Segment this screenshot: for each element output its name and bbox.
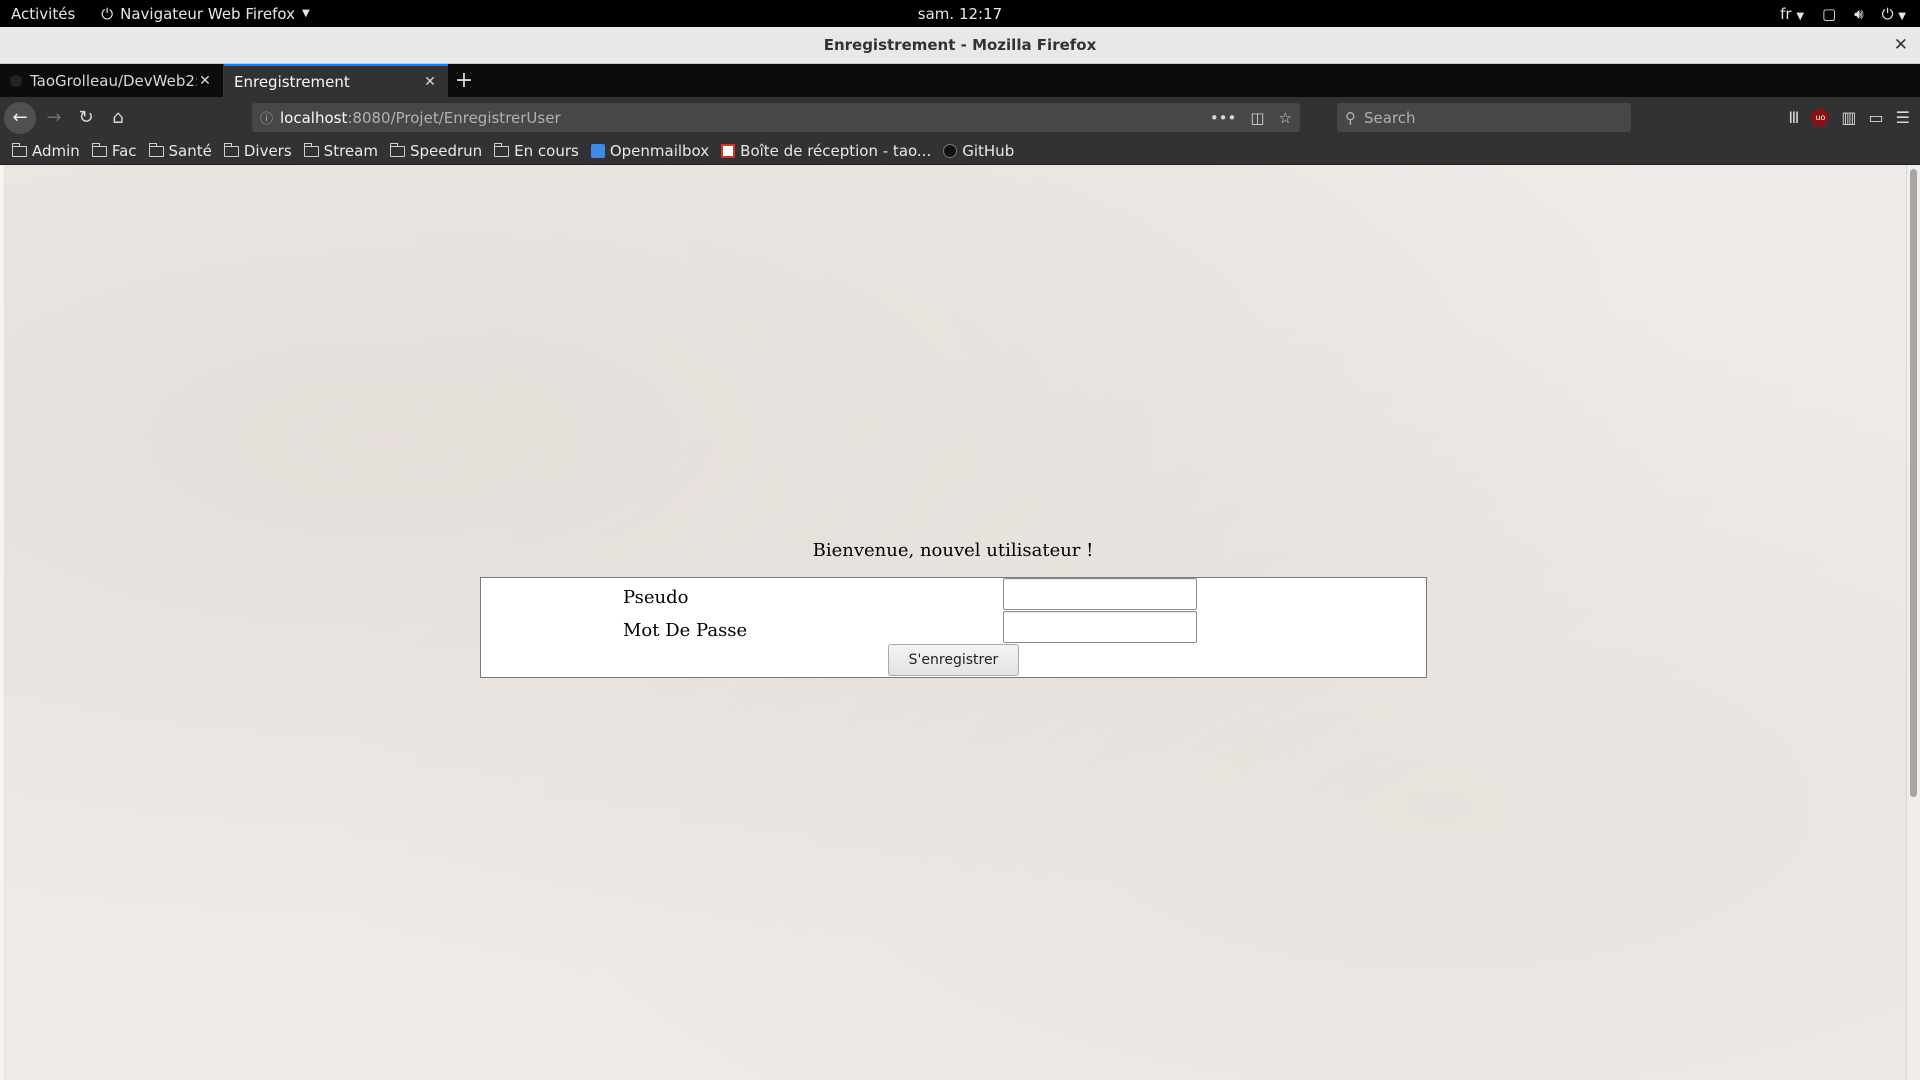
welcome-heading: Bienvenue, nouvel utilisateur ! (812, 540, 1094, 561)
bookmark-label: Openmailbox (609, 142, 710, 160)
bookmark-label: Divers (243, 142, 292, 160)
register-button[interactable]: S'enregistrer (888, 644, 1019, 676)
tab-enregistrement[interactable]: Enregistrement ✕ (224, 64, 448, 97)
url-host: localhost (280, 108, 348, 127)
bookmark-divers[interactable]: Divers (223, 142, 292, 160)
password-input[interactable] (1003, 611, 1197, 643)
tab-strip: TaoGrolleau/DevWeb2: E ✕ Enregistrement … (0, 64, 1920, 97)
bookmark-github[interactable]: GitHub (943, 142, 1014, 160)
bookmark-label: Fac (111, 142, 137, 160)
bookmark-gmail-inbox[interactable]: Boîte de réception - tao... (721, 142, 931, 160)
bookmark-label: Admin (32, 142, 80, 160)
bookmark-admin[interactable]: Admin (12, 142, 80, 160)
activities-button[interactable]: Activités (11, 5, 75, 23)
reload-button[interactable]: ↻ (72, 104, 100, 132)
more-icon[interactable]: ••• (1210, 109, 1237, 127)
home-button[interactable]: ⌂ (104, 104, 132, 132)
bookmark-openmailbox[interactable]: Openmailbox (590, 142, 710, 160)
arrow-right-icon: → (46, 107, 62, 128)
reader-icon[interactable]: ▭ (1869, 108, 1884, 127)
github-favicon (10, 74, 22, 87)
search-placeholder: Search (1364, 108, 1416, 127)
folder-icon (223, 142, 239, 157)
openmailbox-favicon (590, 144, 605, 158)
search-input[interactable]: ⚲ Search (1337, 103, 1631, 132)
app-menu[interactable]: ⏻ Navigateur Web Firefox ▼ (101, 5, 309, 23)
bookmark-label: Santé (168, 142, 212, 160)
back-button[interactable]: ← (4, 101, 36, 134)
tab-label: TaoGrolleau/DevWeb2: E (30, 71, 197, 90)
chevron-down-icon: ▼ (1796, 10, 1805, 22)
bookmark-label: GitHub (962, 142, 1015, 160)
info-icon[interactable]: ⓘ (260, 108, 280, 127)
pseudo-input[interactable] (1003, 578, 1197, 610)
ublock-icon[interactable]: uo (1811, 108, 1830, 127)
volume-icon[interactable]: 🔊︎ (1854, 5, 1863, 23)
pocket-icon[interactable]: ◫ (1250, 109, 1264, 127)
navigation-toolbar: ← → ↻ ⌂ ⓘ localhost:8080/Projet/Enregist… (0, 97, 1920, 138)
bookmark-label: En cours (514, 142, 579, 160)
tab-label: Enregistrement (234, 72, 350, 91)
arrow-left-icon: ← (12, 107, 28, 128)
library-icon[interactable]: Ⅲ (1788, 108, 1799, 127)
bookmarks-toolbar: Admin Fac Santé Divers Stream Speedrun E… (0, 138, 1920, 165)
scrollbar-thumb[interactable] (1910, 169, 1917, 797)
tab-devweb2[interactable]: TaoGrolleau/DevWeb2: E ✕ (0, 64, 224, 97)
folder-icon (303, 142, 319, 157)
hamburger-menu-icon[interactable]: ☰ (1896, 108, 1910, 127)
bookmark-label: Stream (323, 142, 378, 160)
toolbar-right: Ⅲ uo ▥ ▭ ☰ (1788, 97, 1910, 138)
app-menu-label: Navigateur Web Firefox (120, 4, 295, 23)
plus-icon: + (454, 68, 474, 93)
home-icon: ⌂ (112, 107, 124, 128)
bookmark-stream[interactable]: Stream (303, 142, 378, 160)
folder-icon (12, 142, 27, 157)
forward-button[interactable]: → (40, 104, 68, 132)
pseudo-label: Pseudo (623, 587, 689, 608)
chevron-down-icon: ▼ (301, 8, 310, 19)
bookmark-label: Speedrun (409, 142, 483, 160)
new-tab-button[interactable]: + (448, 64, 480, 97)
system-tray: fr ▼ ▢ 🔊︎ ⏻ ▼ (1780, 0, 1906, 27)
url-path: :8080/Projet/EnregistrerUser (347, 108, 561, 127)
window-icon[interactable]: ▢ (1822, 5, 1836, 23)
language-indicator[interactable]: fr ▼ (1780, 5, 1804, 23)
bookmark-fac[interactable]: Fac (91, 142, 137, 160)
window-title: Enregistrement - Mozilla Firefox (823, 36, 1097, 54)
page-content: Bienvenue, nouvel utilisateur ! Pseudo M… (0, 165, 1920, 1080)
folder-icon (389, 142, 405, 157)
github-favicon (943, 144, 958, 158)
bookmark-sante[interactable]: Santé (148, 142, 212, 160)
gmail-favicon (721, 144, 736, 158)
password-label: Mot De Passe (623, 620, 748, 641)
reload-icon: ↻ (78, 107, 94, 128)
folder-icon (148, 142, 164, 157)
page-edge (0, 165, 5, 1080)
url-actions: ••• ◫ ☆ (1210, 103, 1292, 132)
bookmark-en-cours[interactable]: En cours (494, 142, 579, 160)
registration-form: Pseudo Mot De Passe S'enregistrer (480, 577, 1427, 678)
firefox-icon: ⏻ (101, 4, 114, 23)
sidebar-icon[interactable]: ▥ (1841, 108, 1856, 127)
search-icon: ⚲ (1345, 108, 1356, 127)
url-bar[interactable]: ⓘ localhost:8080/Projet/EnregistrerUser … (252, 103, 1300, 132)
close-icon[interactable]: ✕ (422, 74, 438, 90)
close-icon[interactable]: ✕ (1894, 35, 1908, 55)
language-label: fr (1780, 4, 1792, 23)
close-icon[interactable]: ✕ (197, 73, 213, 89)
power-icon[interactable]: ⏻ ▼ (1882, 5, 1906, 23)
window-title-bar: Enregistrement - Mozilla Firefox ✕ (0, 27, 1920, 64)
vertical-scrollbar[interactable] (1906, 165, 1920, 1080)
star-icon[interactable]: ☆ (1279, 109, 1292, 127)
bookmark-speedrun[interactable]: Speedrun (389, 142, 483, 160)
chevron-down-icon: ▼ (1898, 10, 1906, 22)
folder-icon (494, 142, 510, 157)
gnome-top-bar: Activités ⏻ Navigateur Web Firefox ▼ sam… (0, 0, 1920, 27)
bookmark-label: Boîte de réception - tao... (740, 142, 932, 160)
folder-icon (91, 142, 107, 157)
